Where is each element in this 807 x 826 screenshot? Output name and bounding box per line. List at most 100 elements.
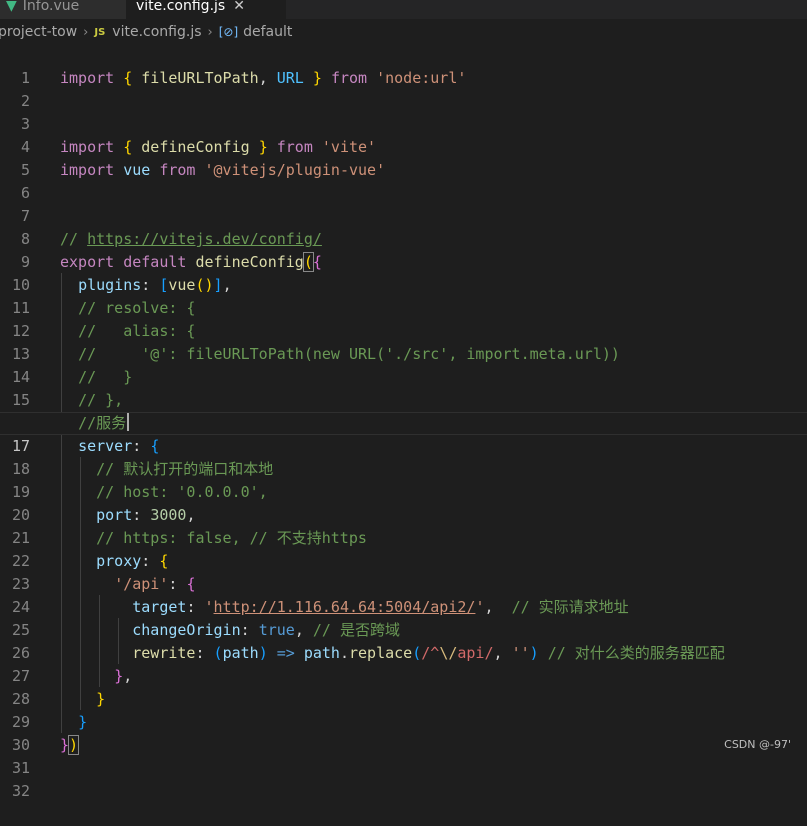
bracket: ] [213, 276, 223, 294]
paren: ( [213, 644, 223, 662]
code-line: 25 target: 'http://1.116.64.64:5004/api2… [0, 596, 807, 639]
punct: , [484, 598, 494, 616]
number: 3000 [150, 506, 187, 524]
paren: ) [529, 644, 539, 662]
code-line: 29 } [0, 688, 807, 731]
property: plugins [78, 276, 142, 294]
string: '/api' [114, 575, 169, 593]
watermark: CSDN @-97' [724, 738, 791, 751]
property: server [78, 437, 133, 455]
brace: } [258, 138, 268, 156]
punct: , [123, 667, 133, 685]
code-line: 3 [0, 90, 807, 133]
paren: ( [302, 252, 314, 272]
tab-vite-config[interactable]: vite.config.js ✕ [126, 0, 286, 19]
comment: // }, [78, 391, 124, 409]
code-line-current: 17 //服务 [0, 412, 807, 455]
keyword: from [330, 69, 368, 87]
code-line: 16 // }, [0, 389, 807, 432]
property: rewrite [132, 644, 196, 662]
breadcrumb-folder[interactable]: project-tow [0, 24, 77, 40]
line-number: 32 [11, 782, 30, 800]
paren: ) [204, 276, 214, 294]
regex: /^ [421, 644, 440, 662]
keyword: true [258, 621, 295, 639]
brace: } [96, 690, 106, 708]
comment: // https: false, // 不支持https [96, 529, 367, 547]
brace: } [312, 69, 322, 87]
comment: // '@': fileURLToPath(new URL('./src', i… [78, 345, 620, 363]
symbol-variable-icon: [⊘] [218, 25, 239, 39]
parameter: path [222, 644, 259, 662]
identifier: defineConfig [141, 138, 250, 156]
comment-link[interactable]: https://vitejs.dev/config/ [87, 230, 322, 248]
paren: ( [195, 276, 205, 294]
breadcrumb-file[interactable]: vite.config.js [112, 24, 201, 40]
identifier: fileURLToPath [141, 69, 259, 87]
keyword: import [60, 138, 115, 156]
comment: // alias: { [78, 322, 196, 340]
string: 'node:url' [376, 69, 467, 87]
js-file-icon: JS [94, 26, 106, 38]
punct: : [168, 575, 187, 593]
comment: // [60, 230, 88, 248]
code-line: 4 [0, 113, 807, 156]
tab-info-vue[interactable]: ▼ Info.vue [0, 0, 130, 19]
brace: { [159, 552, 169, 570]
comment: // host: '0.0.0.0', [96, 483, 268, 501]
code-line: 8 [0, 205, 807, 248]
code-line: 27 rewrite: (path) => path.replace(/^\/a… [0, 642, 807, 685]
identifier: vue [123, 161, 151, 179]
code-line: 11 plugins: [vue()], [0, 274, 807, 317]
code-line: 31 }) [0, 734, 807, 777]
punct: : [132, 437, 151, 455]
code-line: 13 // alias: { [0, 320, 807, 363]
comment: // 是否跨域 [312, 621, 400, 639]
keyword: from [159, 161, 196, 179]
string: ' [204, 598, 214, 616]
code-line: 30 } [0, 711, 807, 754]
property: target [132, 598, 187, 616]
regex: api/ [457, 644, 494, 662]
code-line: 7 [0, 182, 807, 225]
keyword: import [60, 161, 115, 179]
comment: //服务 [78, 414, 127, 432]
punct: : [186, 598, 205, 616]
punct: : [132, 506, 151, 524]
close-icon[interactable]: ✕ [233, 0, 245, 14]
chevron-right-icon: › [207, 24, 213, 40]
paren: ) [68, 735, 80, 755]
keyword: import [60, 69, 115, 87]
chevron-right-icon: › [83, 24, 89, 40]
comment: // 对什么类的服务器匹配 [547, 644, 725, 662]
punct: , [493, 644, 512, 662]
brace: { [312, 253, 322, 271]
function-name: vue [168, 276, 196, 294]
tab-bar: ▼ Info.vue vite.config.js ✕ [0, 0, 807, 19]
brace: } [114, 667, 124, 685]
code-line: 28 }, [0, 665, 807, 708]
brace: { [186, 575, 196, 593]
punct: , [258, 69, 277, 87]
code-line: 1 [0, 44, 807, 87]
code-line: 32 [0, 757, 807, 800]
brace: } [78, 713, 88, 731]
brace: { [150, 437, 160, 455]
code-line: 19 // 默认打开的端口和本地 [0, 458, 807, 501]
comment: // 实际请求地址 [511, 598, 629, 616]
code-line: 12 // resolve: { [0, 297, 807, 340]
brace: { [123, 69, 133, 87]
breadcrumb-symbol[interactable]: default [243, 24, 292, 40]
punct: : [141, 552, 160, 570]
keyword: default [123, 253, 187, 271]
code-editor[interactable]: 1 2 import { fileURLToPath, URL } from '… [0, 44, 807, 800]
punct: : [141, 276, 160, 294]
arrow: => [267, 644, 304, 662]
string-link[interactable]: http://1.116.64.64:5004/api2/ [214, 598, 476, 616]
brace: { [123, 138, 133, 156]
code-line: 22 // https: false, // 不支持https [0, 527, 807, 570]
tab-label: vite.config.js [136, 0, 226, 14]
code-line: 24 '/api': { [0, 573, 807, 616]
punct: : [240, 621, 259, 639]
punct: , [186, 506, 196, 524]
